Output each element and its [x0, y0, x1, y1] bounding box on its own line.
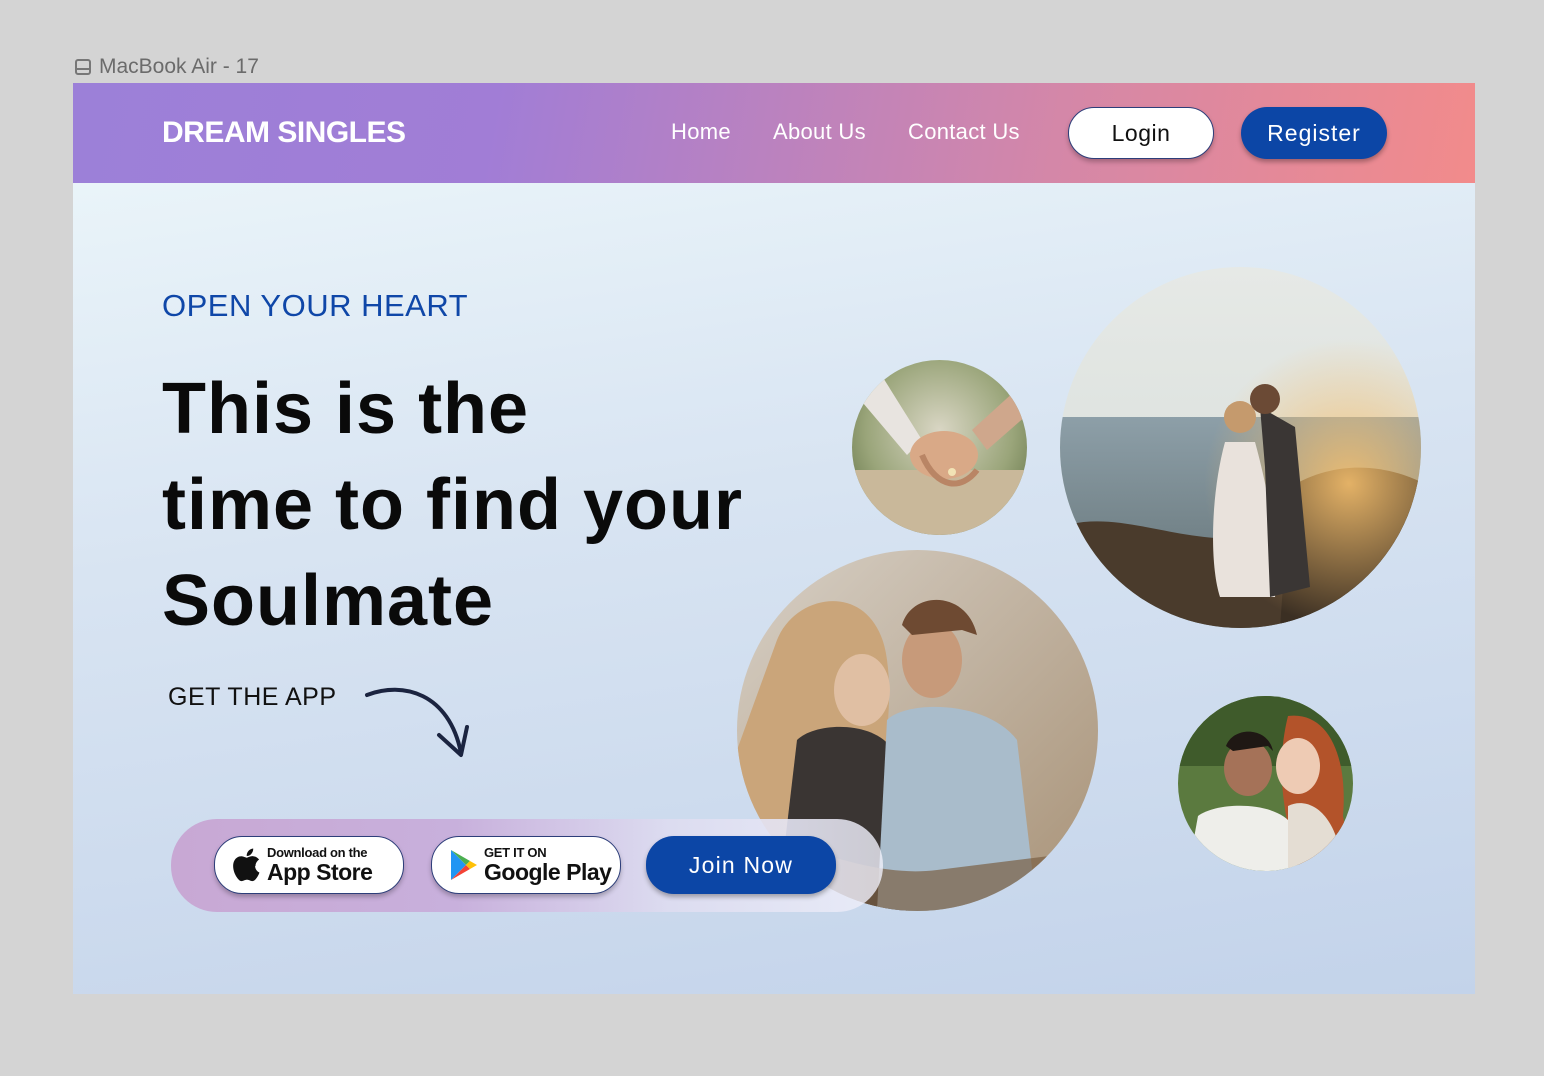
- app-store-small-label: Download on the: [267, 845, 368, 860]
- register-button[interactable]: Register: [1241, 107, 1387, 159]
- login-button[interactable]: Login: [1068, 107, 1214, 159]
- app-store-text: Download on the App Store: [267, 845, 373, 885]
- google-play-big-label: Google Play: [484, 859, 612, 885]
- headline-line-1: This is the: [162, 369, 530, 449]
- app-store-big-label: App Store: [267, 859, 373, 885]
- google-play-icon: [451, 850, 477, 880]
- frame-title: MacBook Air - 17: [99, 55, 259, 78]
- headline-line-2: time to find your: [162, 465, 743, 545]
- photo-couple-kiss: [1178, 696, 1353, 871]
- curved-arrow-icon: [365, 687, 469, 757]
- frame-icon: [75, 59, 91, 75]
- brand-logo[interactable]: DREAM SINGLES: [162, 116, 406, 150]
- cta-bar: Download on the App Store GET IT ON Goog…: [171, 819, 883, 912]
- photo-couple-beach: [1060, 267, 1421, 628]
- nav-link-home[interactable]: Home: [671, 119, 731, 145]
- get-app-label: GET THE APP: [168, 683, 337, 711]
- frame-label: MacBook Air - 17: [75, 55, 259, 79]
- google-play-text: GET IT ON Google Play: [484, 845, 612, 885]
- join-now-button[interactable]: Join Now: [646, 836, 836, 894]
- apple-icon: [233, 848, 260, 882]
- photo-holding-hands: [852, 360, 1027, 535]
- landing-page: DREAM SINGLES Home About Us Contact Us L…: [73, 83, 1475, 994]
- navbar: DREAM SINGLES Home About Us Contact Us L…: [73, 83, 1475, 183]
- google-play-small-label: GET IT ON: [484, 845, 547, 860]
- headline-line-3: Soulmate: [162, 561, 495, 641]
- app-store-button[interactable]: Download on the App Store: [214, 836, 404, 894]
- google-play-button[interactable]: GET IT ON Google Play: [431, 836, 621, 894]
- nav-link-about[interactable]: About Us: [773, 119, 866, 145]
- hero-eyebrow: OPEN YOUR HEART: [162, 288, 469, 323]
- hero-headline: This is the time to find your Soulmate: [162, 361, 862, 649]
- nav-link-contact[interactable]: Contact Us: [908, 119, 1020, 145]
